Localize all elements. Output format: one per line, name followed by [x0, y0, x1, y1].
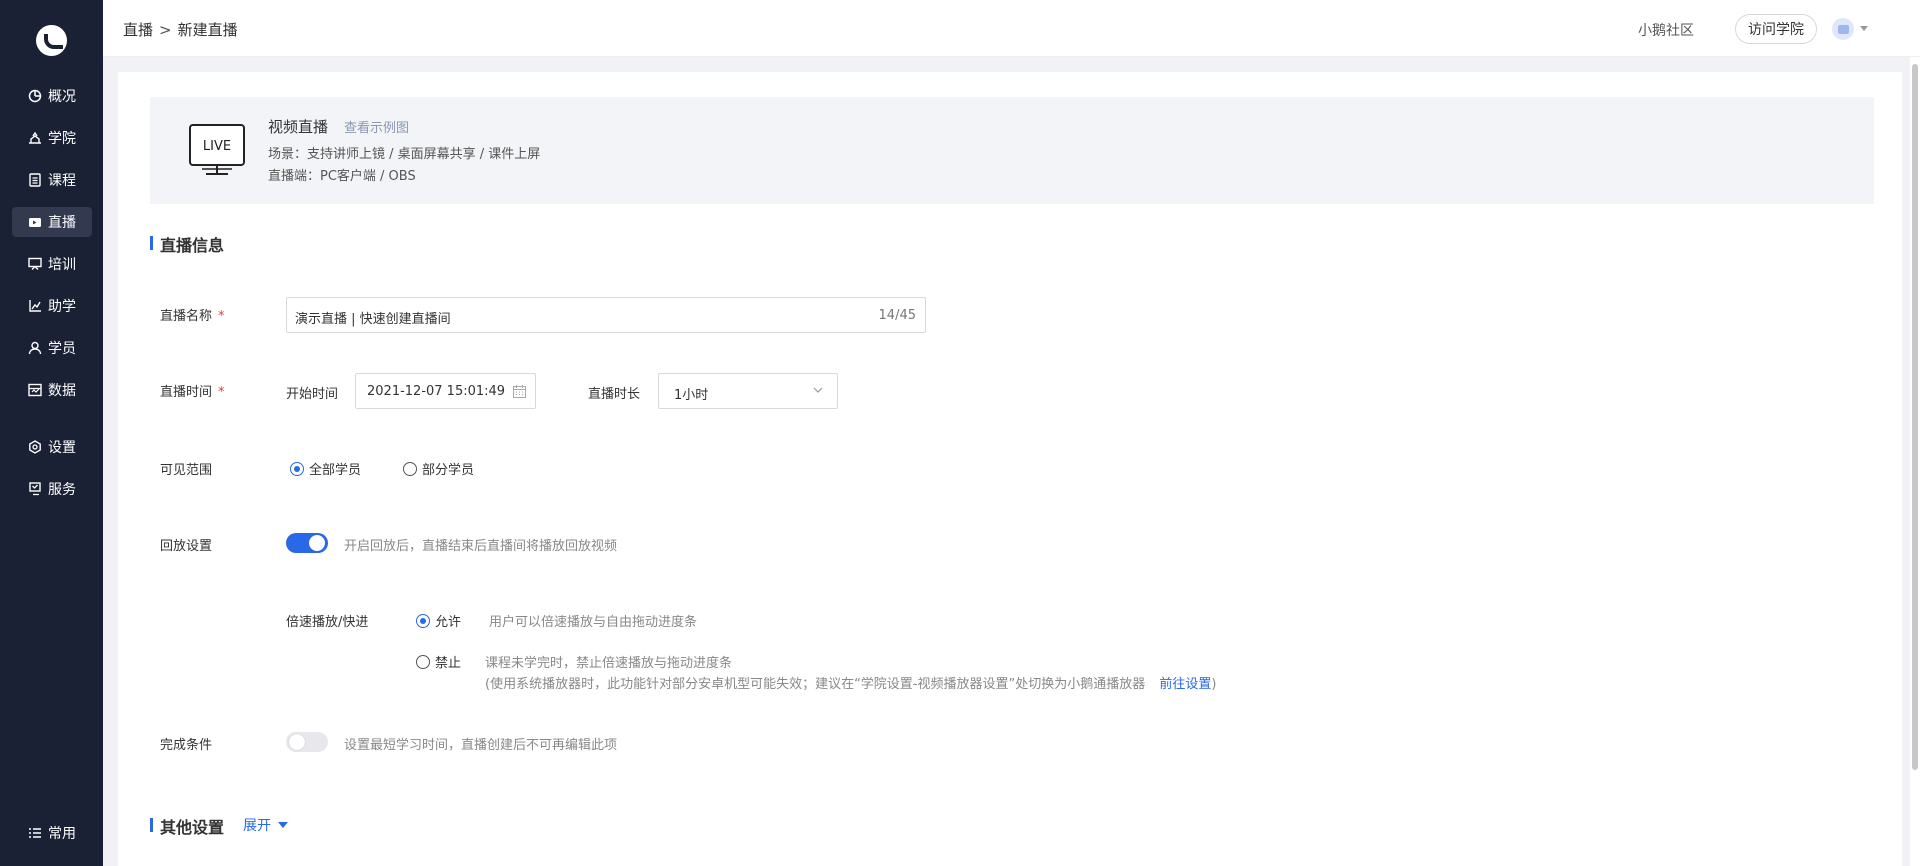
caret-down-icon[interactable]: [278, 822, 288, 828]
visibility-all-radio[interactable]: 全部学员: [290, 459, 361, 478]
start-time-label: 开始时间: [286, 387, 339, 402]
sidebar-item-label: 直播: [48, 215, 76, 231]
live-name-label: 直播名称 *: [160, 305, 225, 324]
radio-label: 部分学员: [422, 463, 475, 478]
duration-select[interactable]: 1小时: [658, 373, 838, 409]
expand-label[interactable]: 展开: [243, 815, 271, 835]
sidebar-item-student[interactable]: 学员: [12, 333, 92, 363]
radio-unchecked-icon[interactable]: [403, 461, 417, 476]
sidebar-item-label: 助学: [48, 299, 76, 315]
logo-icon[interactable]: [36, 25, 67, 56]
training-icon: [28, 257, 42, 271]
community-link[interactable]: 小鹅社区: [1638, 20, 1694, 40]
live-monitor-icon: LIVE: [189, 124, 245, 175]
radio-checked-icon[interactable]: [290, 461, 304, 476]
menu-list-icon: [28, 826, 42, 840]
sidebar-item-label: 学院: [48, 131, 76, 147]
section-title-other-settings: 其他设置: [150, 814, 224, 838]
breadcrumb-separator: >: [159, 21, 172, 39]
visibility-label: 可见范围: [160, 463, 213, 478]
view-example-link[interactable]: 查看示例图: [344, 117, 409, 136]
sidebar-item-overview[interactable]: 概况: [12, 81, 92, 111]
live-name-counter: 14/45: [878, 308, 916, 323]
live-icon-text: LIVE: [203, 139, 231, 154]
caret-down-icon[interactable]: [1860, 26, 1868, 31]
sidebar-item-label: 概况: [48, 89, 76, 105]
visibility-partial-radio[interactable]: 部分学员: [403, 459, 474, 478]
course-icon: [28, 173, 42, 187]
speed-deny-hint: 课程未学完时，禁止倍速播放与拖动进度条: [485, 656, 733, 671]
live-time-label: 直播时间 *: [160, 381, 225, 400]
student-icon: [28, 341, 42, 355]
sidebar-item-data[interactable]: 数据: [12, 375, 92, 405]
live-time-label-text: 直播时间: [160, 385, 213, 400]
playback-hint: 开启回放后，直播结束后直播间将播放回放视频: [344, 539, 618, 554]
scrollbar-thumb[interactable]: [1912, 64, 1918, 770]
data-icon: [28, 383, 42, 397]
speed-deny-note-text: (使用系统播放器时，此功能针对部分安卓机型可能失效；建议在“学院设置-视频播放器…: [485, 677, 1146, 692]
sidebar-item-academy[interactable]: 学院: [12, 123, 92, 153]
sidebar-item-course[interactable]: 课程: [12, 165, 92, 195]
radio-label: 禁止: [435, 656, 462, 671]
required-mark: *: [218, 385, 225, 400]
speed-allow-hint: 用户可以倍速播放与自由拖动进度条: [489, 615, 698, 630]
avatar-icon[interactable]: [1832, 18, 1854, 40]
start-time-picker[interactable]: 2021-12-07 15:01:49: [355, 373, 536, 409]
sidebar-item-label: 数据: [48, 383, 76, 399]
note-close-paren: ): [1211, 677, 1217, 692]
speed-label: 倍速播放/快进: [286, 615, 369, 630]
sidebar-item-label: 设置: [48, 440, 76, 456]
sidebar-item-common[interactable]: 常用: [12, 818, 92, 848]
radio-unchecked-icon[interactable]: [416, 654, 430, 669]
start-time-value[interactable]: 2021-12-07 15:01:49: [367, 384, 505, 399]
live-name-input[interactable]: 演示直播 | 快速创建直播间 14/45: [286, 297, 926, 333]
required-mark: *: [218, 309, 225, 324]
calendar-icon[interactable]: [513, 385, 526, 398]
academy-icon: [28, 131, 42, 145]
live-video-icon: [28, 215, 42, 229]
settings-icon: [28, 440, 42, 454]
sidebar-item-label: 学员: [48, 341, 76, 357]
chevron-down-icon: [813, 387, 823, 393]
expand-toggle[interactable]: 展开: [243, 815, 288, 835]
playback-toggle[interactable]: [286, 533, 328, 553]
live-name-label-text: 直播名称: [160, 309, 213, 324]
completion-toggle[interactable]: [286, 732, 328, 752]
sidebar-item-study-aid[interactable]: 助学: [12, 291, 92, 321]
duration-value: 1小时: [674, 388, 709, 403]
sidebar-item-service[interactable]: 服务: [12, 474, 92, 504]
completion-label: 完成条件: [160, 738, 213, 753]
speed-deny-radio[interactable]: 禁止: [416, 652, 461, 671]
pie-chart-icon: [28, 89, 42, 103]
playback-label: 回放设置: [160, 539, 213, 554]
section-title-live-info: 直播信息: [150, 232, 224, 256]
radio-label: 全部学员: [309, 463, 362, 478]
sidebar: 概况 学院 课程 直播 培训 助学 学员 数据 设置 服务 常用: [0, 0, 103, 866]
banner-title: 视频直播: [268, 118, 329, 136]
visit-academy-button[interactable]: 访问学院: [1735, 14, 1817, 44]
breadcrumb-current: 新建直播: [177, 21, 238, 39]
sidebar-item-label: 培训: [48, 257, 76, 273]
banner-scene: 场景：支持讲师上镜 / 桌面屏幕共享 / 课件上屏: [268, 147, 541, 162]
banner-client: 直播端：PC客户端 / OBS: [268, 169, 416, 184]
sidebar-item-live[interactable]: 直播: [12, 207, 92, 237]
radio-label: 允许: [435, 615, 462, 630]
sidebar-item-label: 课程: [48, 173, 76, 189]
breadcrumb: 直播 > 新建直播: [123, 19, 238, 40]
sidebar-item-label: 服务: [48, 482, 76, 498]
sidebar-item-label: 常用: [48, 826, 76, 842]
go-settings-link[interactable]: 前往设置: [1159, 677, 1211, 692]
speed-allow-radio[interactable]: 允许: [416, 611, 461, 630]
top-bar: 直播 > 新建直播 小鹅社区 访问学院: [103, 0, 1920, 57]
sidebar-item-settings[interactable]: 设置: [12, 432, 92, 462]
study-aid-icon: [28, 299, 42, 313]
service-icon: [28, 482, 42, 496]
sidebar-item-training[interactable]: 培训: [12, 249, 92, 279]
live-name-value[interactable]: 演示直播 | 快速创建直播间: [295, 308, 451, 327]
speed-deny-note: (使用系统播放器时，此功能针对部分安卓机型可能失效；建议在“学院设置-视频播放器…: [485, 673, 1216, 692]
completion-hint: 设置最短学习时间，直播创建后不可再编辑此项: [344, 738, 618, 753]
radio-checked-icon[interactable]: [416, 613, 430, 628]
duration-label: 直播时长: [588, 387, 641, 402]
breadcrumb-parent[interactable]: 直播: [123, 19, 153, 40]
